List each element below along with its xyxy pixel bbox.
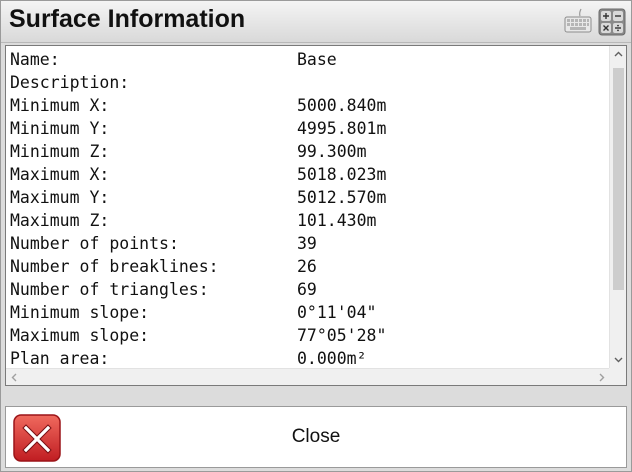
info-label: Number of points: xyxy=(10,234,179,253)
info-row: Number of triangles: 69 xyxy=(10,278,600,301)
info-row: Minimum Y: 4995.801m xyxy=(10,117,600,140)
info-value: 77°05'28" xyxy=(297,326,387,345)
horizontal-scrollbar[interactable] xyxy=(6,368,610,385)
info-row: Number of breaklines: 26 xyxy=(10,255,600,278)
info-value: 0.000m² xyxy=(297,349,367,368)
footer-bar: Close xyxy=(5,406,627,468)
scroll-down-icon[interactable] xyxy=(610,351,626,368)
info-row: Minimum slope: 0°11'04" xyxy=(10,301,600,324)
info-row: Maximum Y: 5012.570m xyxy=(10,186,600,209)
info-label: Number of triangles: xyxy=(10,280,209,299)
window-title: Surface Information xyxy=(9,5,246,33)
info-label: Minimum X: xyxy=(10,96,110,115)
info-value: 0°11'04" xyxy=(297,303,377,322)
info-value: 39 xyxy=(297,234,317,253)
scroll-left-icon[interactable] xyxy=(6,369,23,385)
info-value: 5018.023m xyxy=(297,165,387,184)
keyboard-icon[interactable] xyxy=(564,8,592,36)
scroll-up-icon[interactable] xyxy=(610,46,626,63)
scrollbar-corner xyxy=(609,368,626,385)
info-row: Plan area: 0.000m² xyxy=(10,347,600,370)
close-button-label: Close xyxy=(291,426,341,447)
info-label: Maximum Y: xyxy=(10,188,110,207)
info-row: Description: xyxy=(10,71,600,94)
surface-information-window: Surface Information Name: Base Descripti… xyxy=(0,0,632,472)
vertical-scroll-thumb[interactable] xyxy=(613,68,624,290)
info-row: Maximum Z: 101.430m xyxy=(10,209,600,232)
info-label: Description: xyxy=(10,73,130,92)
info-value: 4995.801m xyxy=(297,119,387,138)
info-row: Maximum slope: 77°05'28" xyxy=(10,324,600,347)
info-label: Minimum slope: xyxy=(10,303,150,322)
info-label: Name: xyxy=(10,50,60,69)
info-value: 101.430m xyxy=(297,211,377,230)
info-row: Minimum X: 5000.840m xyxy=(10,94,600,117)
title-bar: Surface Information xyxy=(1,1,631,43)
info-label: Maximum X: xyxy=(10,165,110,184)
info-list: Name: Base Description: Minimum X: 5000.840m… xyxy=(10,48,600,370)
scroll-right-icon[interactable] xyxy=(593,369,610,385)
info-label: Minimum Z: xyxy=(10,142,110,161)
info-label: Plan area: xyxy=(10,349,110,368)
info-value: Base xyxy=(297,50,337,69)
info-value: 26 xyxy=(297,257,317,276)
info-value: 5000.840m xyxy=(297,96,387,115)
info-label: Number of breaklines: xyxy=(10,257,219,276)
info-value: 99.300m xyxy=(297,142,367,161)
info-label: Maximum Z: xyxy=(10,211,110,230)
info-value: 69 xyxy=(297,280,317,299)
close-button[interactable]: Close xyxy=(6,407,626,467)
surface-info-panel: Name: Base Description: Minimum X: 5000.840m… xyxy=(5,45,627,386)
info-value: 5012.570m xyxy=(297,188,387,207)
calculator-icon[interactable] xyxy=(598,8,626,36)
info-row: Minimum Z: 99.300m xyxy=(10,140,600,163)
info-row: Number of points: 39 xyxy=(10,232,600,255)
info-row: Name: Base xyxy=(10,48,600,71)
info-label: Minimum Y: xyxy=(10,119,110,138)
vertical-scrollbar[interactable] xyxy=(609,46,626,368)
info-row: Maximum X: 5018.023m xyxy=(10,163,600,186)
info-label: Maximum slope: xyxy=(10,326,150,345)
